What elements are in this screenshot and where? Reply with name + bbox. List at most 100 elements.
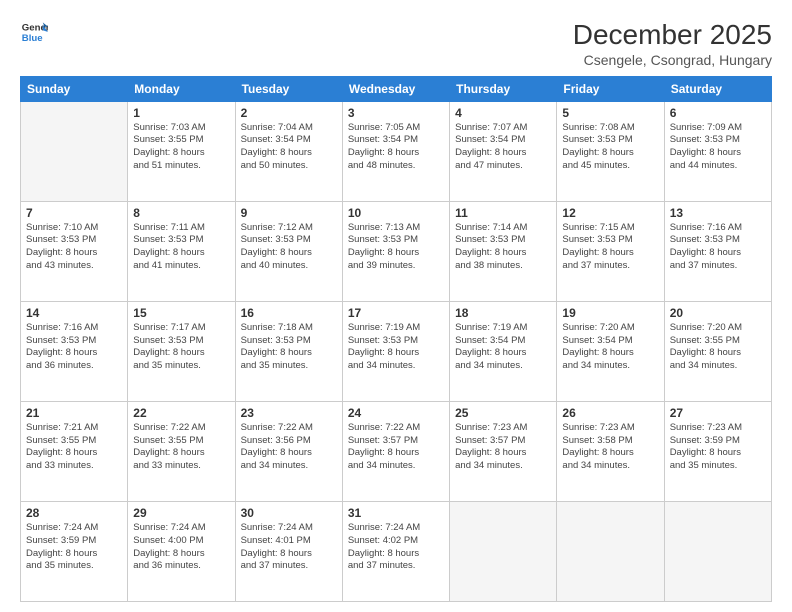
calendar-cell: 29 Sunrise: 7:24 AM Sunset: 4:00 PM Dayli… bbox=[128, 501, 235, 601]
day-info: Sunrise: 7:07 AM Sunset: 3:54 PM Dayligh… bbox=[455, 122, 551, 173]
day-number: 17 bbox=[348, 306, 444, 320]
day-info: Sunrise: 7:24 AM Sunset: 3:59 PM Dayligh… bbox=[26, 522, 122, 573]
day-number: 8 bbox=[133, 206, 229, 220]
day-number: 28 bbox=[26, 506, 122, 520]
header-day: Saturday bbox=[664, 76, 771, 101]
header-day: Tuesday bbox=[235, 76, 342, 101]
calendar-cell: 25Sunrise: 7:23 AM Sunset: 3:57 PM Dayli… bbox=[450, 401, 557, 501]
calendar-cell: 24 Sunrise: 7:22 AM Sunset: 3:57 PM Dayli… bbox=[342, 401, 449, 501]
day-number: 19 bbox=[562, 306, 658, 320]
calendar-cell: 26Sunrise: 7:23 AM Sunset: 3:58 PM Dayli… bbox=[557, 401, 664, 501]
calendar-cell: 13 Sunrise: 7:16 AM Sunset: 3:53 PM Dayli… bbox=[664, 201, 771, 301]
day-number: 2 bbox=[241, 106, 337, 120]
day-number: 21 bbox=[26, 406, 122, 420]
calendar-cell: 15 Sunrise: 7:17 AM Sunset: 3:53 PM Dayli… bbox=[128, 301, 235, 401]
calendar-cell: 9Sunrise: 7:12 AM Sunset: 3:53 PM Daylig… bbox=[235, 201, 342, 301]
day-info: Sunrise: 7:19 AM Sunset: 3:54 PM Dayligh… bbox=[455, 322, 551, 373]
day-info: Sunrise: 7:19 AM Sunset: 3:53 PM Dayligh… bbox=[348, 322, 444, 373]
day-info: Sunrise: 7:10 AM Sunset: 3:53 PM Dayligh… bbox=[26, 222, 122, 273]
calendar-cell: 1 Sunrise: 7:03 AM Sunset: 3:55 PM Daylig… bbox=[128, 101, 235, 201]
day-number: 4 bbox=[455, 106, 551, 120]
day-info: Sunrise: 7:24 AM Sunset: 4:00 PM Dayligh… bbox=[133, 522, 229, 573]
logo-icon: General Blue bbox=[20, 18, 48, 46]
logo: General Blue bbox=[20, 18, 48, 46]
calendar-cell: 14Sunrise: 7:16 AM Sunset: 3:53 PM Dayli… bbox=[21, 301, 128, 401]
day-info: Sunrise: 7:20 AM Sunset: 3:54 PM Dayligh… bbox=[562, 322, 658, 373]
calendar-cell: 5Sunrise: 7:08 AM Sunset: 3:53 PM Daylig… bbox=[557, 101, 664, 201]
calendar-cell: 4 Sunrise: 7:07 AM Sunset: 3:54 PM Daylig… bbox=[450, 101, 557, 201]
week-row: 14Sunrise: 7:16 AM Sunset: 3:53 PM Dayli… bbox=[21, 301, 772, 401]
calendar-cell: 19 Sunrise: 7:20 AM Sunset: 3:54 PM Dayli… bbox=[557, 301, 664, 401]
calendar-cell bbox=[450, 501, 557, 601]
day-number: 25 bbox=[455, 406, 551, 420]
day-info: Sunrise: 7:11 AM Sunset: 3:53 PM Dayligh… bbox=[133, 222, 229, 273]
day-info: Sunrise: 7:18 AM Sunset: 3:53 PM Dayligh… bbox=[241, 322, 337, 373]
calendar-cell: 10 Sunrise: 7:13 AM Sunset: 3:53 PM Dayli… bbox=[342, 201, 449, 301]
day-info: Sunrise: 7:16 AM Sunset: 3:53 PM Dayligh… bbox=[670, 222, 766, 273]
day-info: Sunrise: 7:13 AM Sunset: 3:53 PM Dayligh… bbox=[348, 222, 444, 273]
day-number: 12 bbox=[562, 206, 658, 220]
day-info: Sunrise: 7:17 AM Sunset: 3:53 PM Dayligh… bbox=[133, 322, 229, 373]
day-info: Sunrise: 7:22 AM Sunset: 3:55 PM Dayligh… bbox=[133, 422, 229, 473]
main-title: December 2025 bbox=[573, 18, 772, 52]
week-row: 7 Sunrise: 7:10 AM Sunset: 3:53 PM Daylig… bbox=[21, 201, 772, 301]
day-info: Sunrise: 7:15 AM Sunset: 3:53 PM Dayligh… bbox=[562, 222, 658, 273]
day-number: 1 bbox=[133, 106, 229, 120]
calendar-cell: 23Sunrise: 7:22 AM Sunset: 3:56 PM Dayli… bbox=[235, 401, 342, 501]
day-number: 24 bbox=[348, 406, 444, 420]
header-day: Wednesday bbox=[342, 76, 449, 101]
day-info: Sunrise: 7:23 AM Sunset: 3:59 PM Dayligh… bbox=[670, 422, 766, 473]
day-info: Sunrise: 7:14 AM Sunset: 3:53 PM Dayligh… bbox=[455, 222, 551, 273]
day-info: Sunrise: 7:04 AM Sunset: 3:54 PM Dayligh… bbox=[241, 122, 337, 173]
day-number: 20 bbox=[670, 306, 766, 320]
day-number: 13 bbox=[670, 206, 766, 220]
calendar-table: SundayMondayTuesdayWednesdayThursdayFrid… bbox=[20, 76, 772, 602]
calendar-cell bbox=[664, 501, 771, 601]
header-day: Monday bbox=[128, 76, 235, 101]
calendar-cell: 28 Sunrise: 7:24 AM Sunset: 3:59 PM Dayli… bbox=[21, 501, 128, 601]
day-number: 30 bbox=[241, 506, 337, 520]
calendar-cell: 18 Sunrise: 7:19 AM Sunset: 3:54 PM Dayli… bbox=[450, 301, 557, 401]
day-info: Sunrise: 7:05 AM Sunset: 3:54 PM Dayligh… bbox=[348, 122, 444, 173]
day-number: 29 bbox=[133, 506, 229, 520]
day-number: 5 bbox=[562, 106, 658, 120]
subtitle: Csengele, Csongrad, Hungary bbox=[573, 52, 772, 68]
calendar-cell bbox=[21, 101, 128, 201]
day-info: Sunrise: 7:03 AM Sunset: 3:55 PM Dayligh… bbox=[133, 122, 229, 173]
day-number: 10 bbox=[348, 206, 444, 220]
day-number: 6 bbox=[670, 106, 766, 120]
calendar-cell: 31 Sunrise: 7:24 AM Sunset: 4:02 PM Dayli… bbox=[342, 501, 449, 601]
header-day: Thursday bbox=[450, 76, 557, 101]
day-number: 14 bbox=[26, 306, 122, 320]
week-row: 28 Sunrise: 7:24 AM Sunset: 3:59 PM Dayli… bbox=[21, 501, 772, 601]
calendar-cell: 22Sunrise: 7:22 AM Sunset: 3:55 PM Dayli… bbox=[128, 401, 235, 501]
header-row: SundayMondayTuesdayWednesdayThursdayFrid… bbox=[21, 76, 772, 101]
calendar-cell: 16Sunrise: 7:18 AM Sunset: 3:53 PM Dayli… bbox=[235, 301, 342, 401]
calendar-cell: 3Sunrise: 7:05 AM Sunset: 3:54 PM Daylig… bbox=[342, 101, 449, 201]
header: General Blue December 2025 Csengele, Cso… bbox=[20, 18, 772, 68]
week-row: 1 Sunrise: 7:03 AM Sunset: 3:55 PM Daylig… bbox=[21, 101, 772, 201]
day-number: 31 bbox=[348, 506, 444, 520]
day-info: Sunrise: 7:24 AM Sunset: 4:02 PM Dayligh… bbox=[348, 522, 444, 573]
day-number: 9 bbox=[241, 206, 337, 220]
day-number: 15 bbox=[133, 306, 229, 320]
calendar-cell: 27 Sunrise: 7:23 AM Sunset: 3:59 PM Dayli… bbox=[664, 401, 771, 501]
day-info: Sunrise: 7:09 AM Sunset: 3:53 PM Dayligh… bbox=[670, 122, 766, 173]
calendar-cell: 20Sunrise: 7:20 AM Sunset: 3:55 PM Dayli… bbox=[664, 301, 771, 401]
svg-text:Blue: Blue bbox=[22, 33, 43, 44]
day-number: 7 bbox=[26, 206, 122, 220]
day-info: Sunrise: 7:24 AM Sunset: 4:01 PM Dayligh… bbox=[241, 522, 337, 573]
day-info: Sunrise: 7:22 AM Sunset: 3:57 PM Dayligh… bbox=[348, 422, 444, 473]
calendar-cell: 30 Sunrise: 7:24 AM Sunset: 4:01 PM Dayli… bbox=[235, 501, 342, 601]
calendar-cell: 2 Sunrise: 7:04 AM Sunset: 3:54 PM Daylig… bbox=[235, 101, 342, 201]
day-number: 27 bbox=[670, 406, 766, 420]
calendar-cell: 17 Sunrise: 7:19 AM Sunset: 3:53 PM Dayli… bbox=[342, 301, 449, 401]
day-number: 18 bbox=[455, 306, 551, 320]
calendar-cell bbox=[557, 501, 664, 601]
day-info: Sunrise: 7:23 AM Sunset: 3:58 PM Dayligh… bbox=[562, 422, 658, 473]
calendar-cell: 12 Sunrise: 7:15 AM Sunset: 3:53 PM Dayli… bbox=[557, 201, 664, 301]
calendar-cell: 8 Sunrise: 7:11 AM Sunset: 3:53 PM Daylig… bbox=[128, 201, 235, 301]
page: General Blue December 2025 Csengele, Cso… bbox=[0, 0, 792, 612]
day-number: 11 bbox=[455, 206, 551, 220]
day-info: Sunrise: 7:22 AM Sunset: 3:56 PM Dayligh… bbox=[241, 422, 337, 473]
